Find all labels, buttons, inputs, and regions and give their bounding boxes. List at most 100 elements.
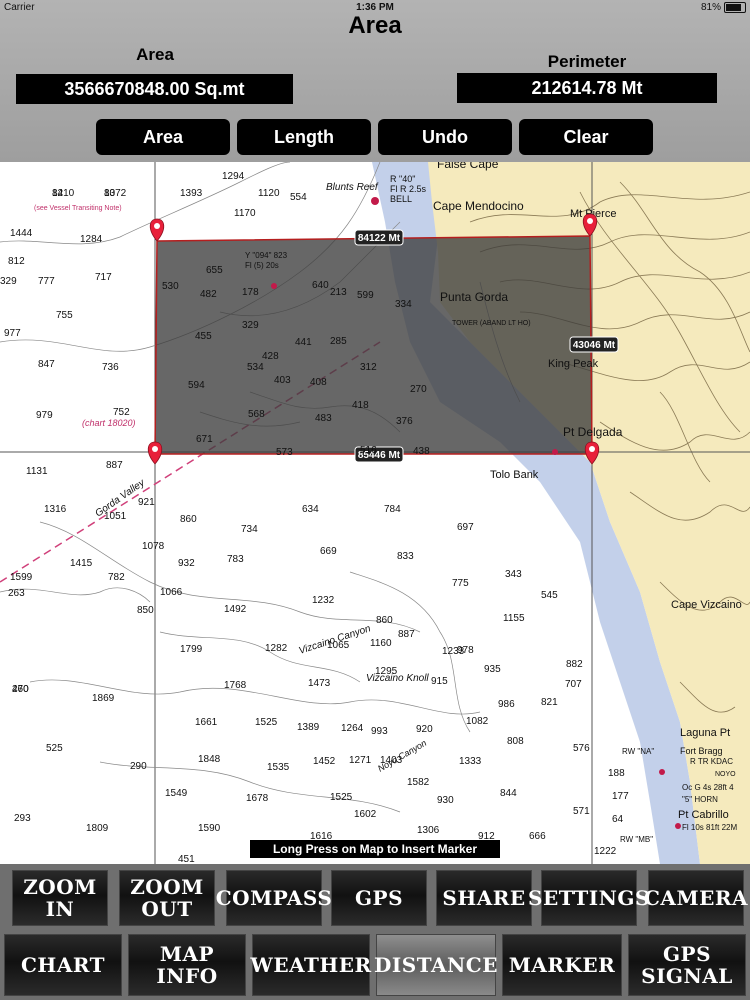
label-cape-vizcaino: Cape Vizcaino <box>671 599 742 611</box>
sounding-number: 1525 <box>255 717 278 728</box>
sounding-number: 736 <box>102 362 119 373</box>
label-chart-ref: (chart 18020) <box>82 418 136 428</box>
area-button[interactable]: Area <box>96 119 230 155</box>
sounding-number: 833 <box>397 551 414 562</box>
label-punta-gorda: Punta Gorda <box>440 290 508 304</box>
sounding-number: 775 <box>452 578 469 589</box>
sounding-number: 1393 <box>180 188 203 199</box>
sounding-number: 1799 <box>180 644 203 655</box>
sounding-number: 1082 <box>466 716 489 727</box>
label-cape-mendocino: Cape Mendocino <box>433 199 524 213</box>
sounding-number: 1809 <box>86 823 109 834</box>
sounding-number: 887 <box>398 629 415 640</box>
sounding-number: 408 <box>310 377 327 388</box>
sounding-number: 290 <box>130 761 147 772</box>
sounding-number: 403 <box>274 375 291 386</box>
bottom-toolbar: ZOOM IN ZOOM OUT COMPASS GPS SHARE SETTI… <box>0 864 750 1000</box>
nautical-chart-map[interactable]: 84122 Mt 43046 Mt 85446 Mt 1410 1372 1393 1… <box>0 162 750 864</box>
sounding-number: 986 <box>498 699 515 710</box>
label-oc-g4s: Oc G 4s 28ft 4 <box>682 783 734 792</box>
segment-right-label: 43046 Mt <box>573 340 616 351</box>
sounding-number: 1599 <box>10 572 33 583</box>
sounding-number: 860 <box>180 514 197 525</box>
sounding-number: 993 <box>371 726 388 737</box>
sounding-number: 376 <box>396 416 413 427</box>
sounding-number: 329 <box>0 276 17 287</box>
sounding-number: 921 <box>138 497 155 508</box>
sounding-number: 697 <box>457 522 474 533</box>
clear-button[interactable]: Clear <box>519 119 653 155</box>
sounding-number: 915 <box>431 676 448 687</box>
header-panel: Carrier 1:36 PM 81% Area Area 3566670848… <box>0 0 750 162</box>
sounding-number: 669 <box>320 546 337 557</box>
marker-pin[interactable] <box>149 218 165 242</box>
label-vizcaino-canyon: Vizcaino Canyon <box>298 623 373 657</box>
sounding-number: 847 <box>38 359 55 370</box>
sounding-number: 1222 <box>594 846 617 857</box>
sounding-number: 428 <box>262 351 279 362</box>
gps-button[interactable]: GPS <box>331 870 427 926</box>
sounding-number: 177 <box>612 791 629 802</box>
chart-button[interactable]: CHART <box>4 934 122 996</box>
label-false-cape: False Cape <box>437 162 499 171</box>
sounding-number: 285 <box>330 336 347 347</box>
sounding-number: 655 <box>206 265 223 276</box>
camera-button[interactable]: CAMERA <box>644 870 747 926</box>
label-buoy-fl: Fl R 2.5s <box>390 184 427 194</box>
sounding-number: 568 <box>248 409 265 420</box>
distance-button[interactable]: DISTANCE <box>374 934 497 996</box>
sounding-number: 1306 <box>417 825 440 836</box>
sounding-number: 312 <box>360 362 377 373</box>
marker-button[interactable]: MARKER <box>502 934 622 996</box>
sounding-number: 755 <box>56 310 73 321</box>
sounding-number: 516 <box>360 445 377 456</box>
area-label: Area <box>136 45 174 64</box>
sounding-number: 263 <box>8 588 25 599</box>
map-info-button[interactable]: MAP INFO <box>128 934 246 996</box>
label-whis-na: RW "NA" <box>622 747 654 756</box>
sounding-number: 1473 <box>308 678 331 689</box>
sounding-number: 418 <box>352 400 369 411</box>
zoom-out-button[interactable]: ZOOM OUT <box>119 870 215 926</box>
label-bell: BELL <box>390 194 412 204</box>
long-press-hint: Long Press on Map to Insert Marker <box>250 840 500 858</box>
sounding-number: 920 <box>416 724 433 735</box>
label-blunts-reef: Blunts Reef <box>326 182 379 193</box>
undo-button[interactable]: Undo <box>378 119 512 155</box>
sounding-number: 1282 <box>265 643 288 654</box>
sounding-number: 1131 <box>26 466 48 477</box>
sounding-number: 293 <box>14 813 31 824</box>
label-pt-cabrillo: Pt Cabrillo <box>678 809 729 821</box>
weather-button[interactable]: WEATHER <box>250 934 371 996</box>
share-button[interactable]: SHARE <box>436 870 532 926</box>
sounding-number: 1316 <box>44 504 67 515</box>
sounding-number: 1549 <box>165 788 188 799</box>
sounding-number: 784 <box>384 504 401 515</box>
sounding-number: 1066 <box>160 587 183 598</box>
sounding-number: 270 <box>410 384 427 395</box>
sounding-number: 783 <box>227 554 244 565</box>
zoom-in-button[interactable]: ZOOM IN <box>12 870 108 926</box>
sounding-number: 64 <box>612 814 624 825</box>
sounding-number: 1389 <box>297 722 320 733</box>
gps-signal-button[interactable]: GPS SIGNAL <box>628 934 746 996</box>
sounding-number: 213 <box>330 287 347 298</box>
sounding-number: 460 <box>12 684 29 695</box>
sounding-number: 573 <box>276 447 293 458</box>
sounding-number: 1271 <box>349 755 372 766</box>
sounding-number: 334 <box>395 299 412 310</box>
sounding-number: 777 <box>38 276 55 287</box>
sounding-number: 707 <box>565 679 582 690</box>
sounding-number: 188 <box>608 768 625 779</box>
marker-pin[interactable] <box>147 441 163 465</box>
sounding-number: 576 <box>573 743 590 754</box>
sounding-number: 599 <box>357 290 374 301</box>
sounding-number: 887 <box>106 460 123 471</box>
settings-button[interactable]: SETTINGS <box>528 870 649 926</box>
sounding-number: 782 <box>108 572 125 583</box>
sounding-number: 1582 <box>407 777 430 788</box>
compass-button[interactable]: COMPASS <box>216 870 332 926</box>
length-button[interactable]: Length <box>237 119 371 155</box>
sounding-number: 1768 <box>224 680 247 691</box>
label-king-peak: King Peak <box>548 358 599 370</box>
